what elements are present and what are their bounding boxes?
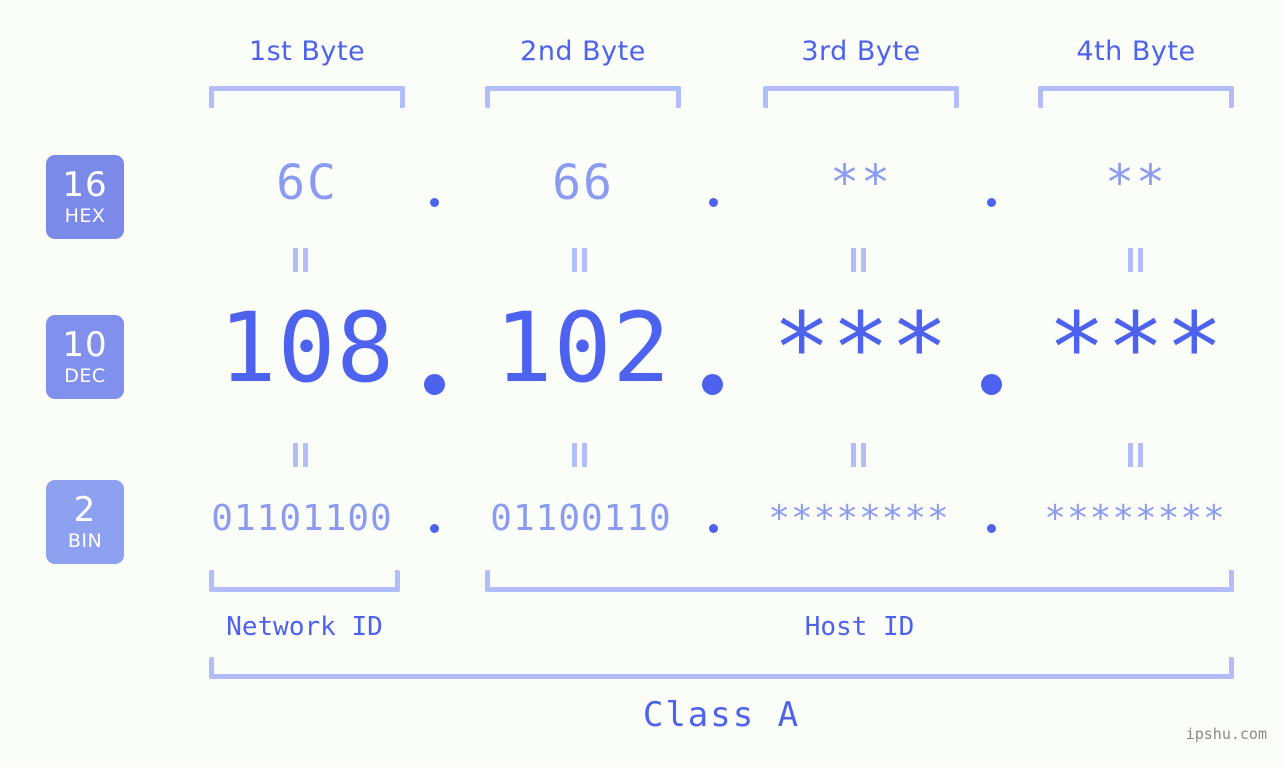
radix-badge-dec-word: DEC	[64, 365, 106, 387]
host-id-label: Host ID	[804, 612, 915, 642]
dec-separator-1	[424, 374, 445, 395]
equals-marker-hex-dec-2	[569, 248, 591, 272]
byte-header-4: 4th Byte	[1076, 36, 1196, 67]
host-id-bracket	[485, 570, 1234, 592]
byte-header-2: 2nd Byte	[520, 36, 646, 67]
radix-badge-bin-number: 2	[73, 490, 97, 530]
radix-badge-bin: 2 BIN	[46, 480, 124, 564]
bin-separator-1	[430, 524, 439, 533]
hex-byte-1: 6C	[276, 155, 338, 211]
radix-badge-bin-word: BIN	[67, 530, 103, 552]
byte-bracket-2	[485, 86, 681, 108]
equals-marker-dec-bin-1	[290, 443, 312, 467]
byte-bracket-3	[763, 86, 959, 108]
equals-marker-dec-bin-4	[1125, 443, 1147, 467]
radix-badge-hex-word: HEX	[64, 205, 106, 227]
bin-byte-4: ********	[1044, 498, 1226, 539]
byte-header-1: 1st Byte	[248, 36, 366, 67]
dec-byte-1: 108	[218, 292, 396, 404]
class-bracket	[209, 657, 1234, 679]
dec-byte-2: 102	[494, 292, 672, 404]
dec-separator-2	[702, 374, 723, 395]
hex-byte-4: **	[1105, 155, 1167, 211]
equals-marker-hex-dec-4	[1125, 248, 1147, 272]
bin-byte-3: ********	[768, 498, 950, 539]
equals-marker-hex-dec-3	[848, 248, 870, 272]
bin-separator-2	[709, 524, 718, 533]
bin-separator-3	[987, 524, 996, 533]
site-watermark: ipshu.com	[1185, 725, 1267, 743]
ip-byte-diagram: 1st Byte 2nd Byte 3rd Byte 4th Byte 16 H…	[0, 0, 1285, 767]
byte-header-3: 3rd Byte	[801, 36, 921, 67]
equals-marker-dec-bin-2	[569, 443, 591, 467]
equals-marker-dec-bin-3	[848, 443, 870, 467]
class-label: Class A	[642, 695, 801, 735]
bin-byte-2: 01100110	[490, 498, 672, 539]
dec-byte-4: ***	[1047, 292, 1225, 404]
hex-byte-2: 66	[552, 155, 614, 211]
radix-badge-dec: 10 DEC	[46, 315, 124, 399]
hex-byte-3: **	[830, 155, 892, 211]
radix-badge-hex-number: 16	[62, 165, 108, 205]
radix-badge-dec-number: 10	[62, 325, 108, 365]
bin-byte-1: 01101100	[211, 498, 393, 539]
radix-badge-hex: 16 HEX	[46, 155, 124, 239]
network-id-label: Network ID	[226, 612, 383, 642]
hex-separator-1	[430, 198, 439, 207]
hex-separator-3	[987, 198, 996, 207]
hex-separator-2	[709, 198, 718, 207]
byte-bracket-1	[209, 86, 405, 108]
network-id-bracket	[209, 570, 400, 592]
byte-bracket-4	[1038, 86, 1234, 108]
equals-marker-hex-dec-1	[290, 248, 312, 272]
dec-byte-3: ***	[772, 292, 950, 404]
dec-separator-3	[981, 374, 1002, 395]
